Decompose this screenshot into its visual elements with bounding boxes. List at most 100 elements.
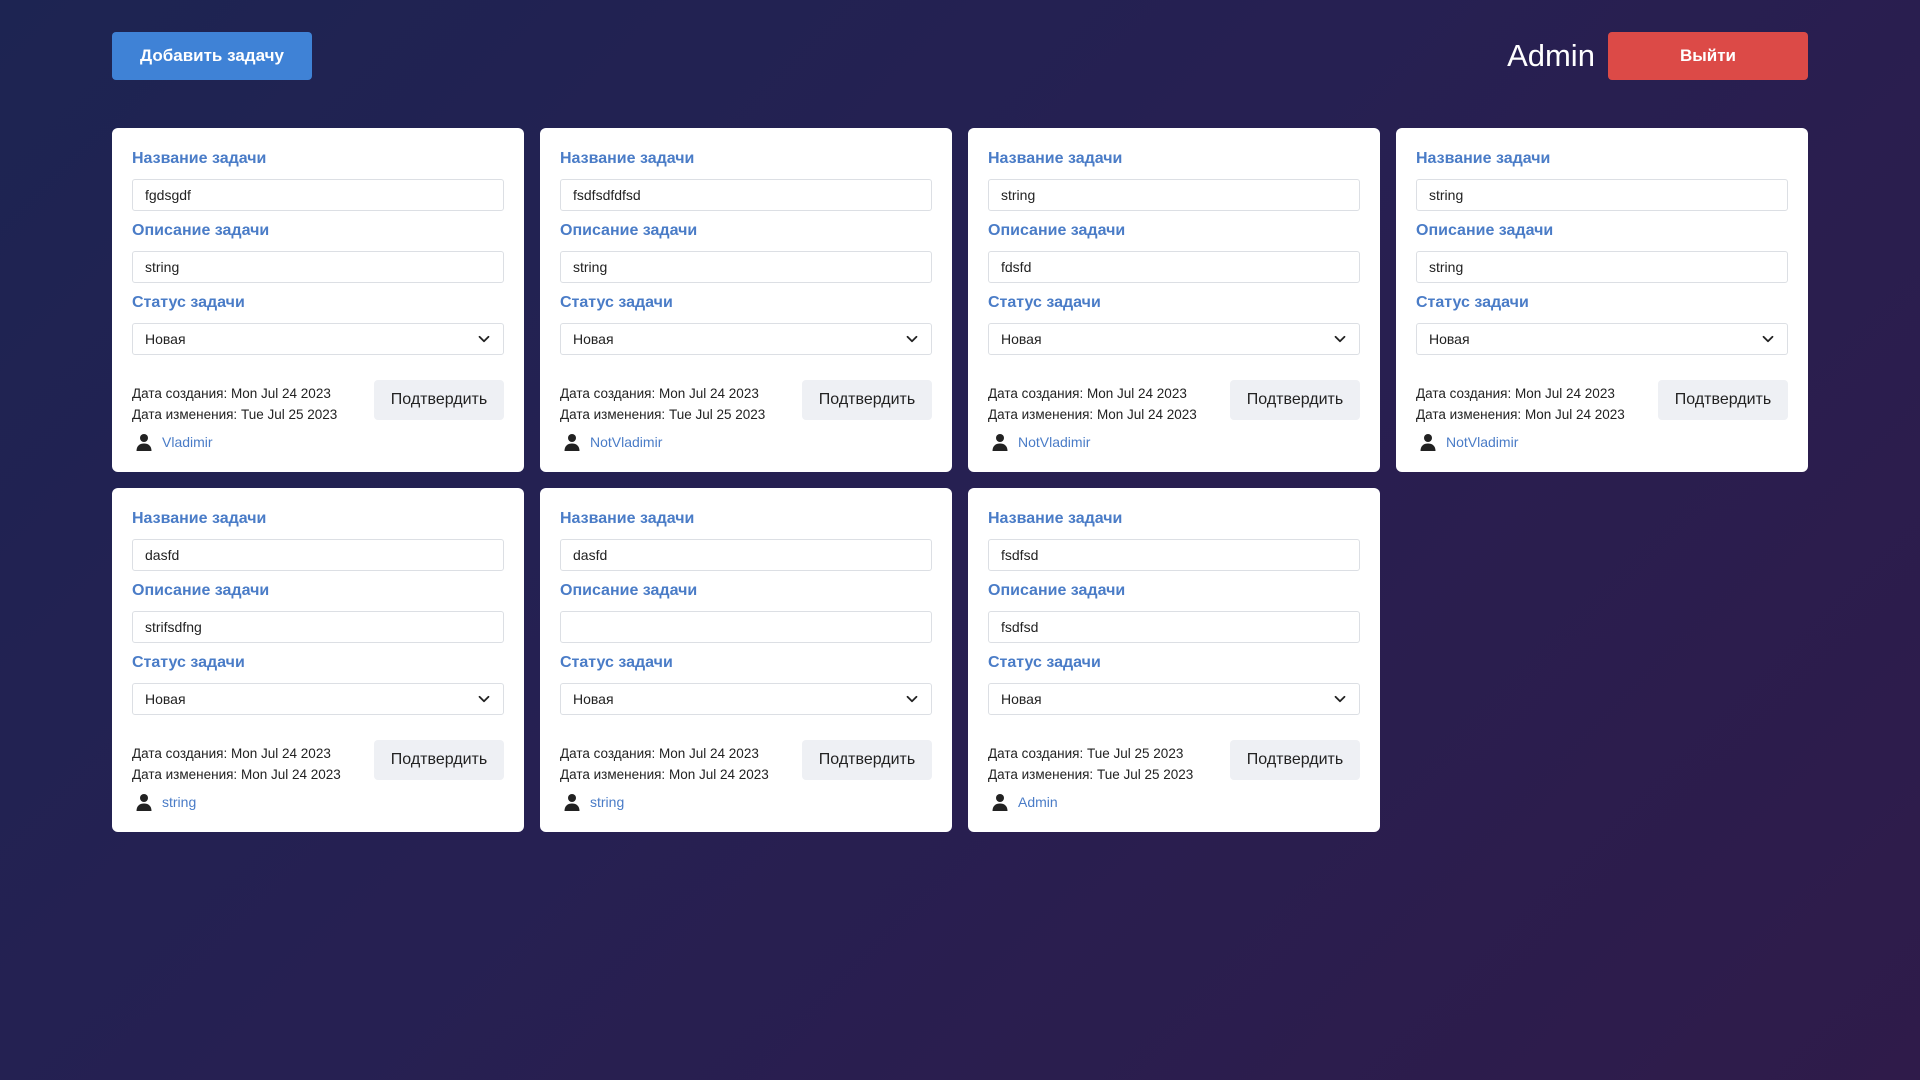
task-title-label: Название задачи — [560, 510, 695, 527]
task-created-line: Дата создания: Mon Jul 24 2023 — [560, 743, 769, 764]
task-title-label: Название задачи — [132, 150, 267, 167]
task-description-input[interactable] — [132, 251, 504, 283]
task-dates: Дата создания: Mon Jul 24 2023 Дата изме… — [1416, 383, 1625, 425]
task-status-label: Статус задачи — [560, 294, 673, 311]
task-modified-date: Mon Jul 24 2023 — [1524, 407, 1625, 422]
task-author-link[interactable]: string — [590, 794, 624, 810]
task-description-label: Описание задачи — [988, 222, 1126, 239]
task-created-prefix: Дата создания: — [988, 746, 1084, 761]
chevron-down-icon — [905, 692, 919, 706]
task-status-select[interactable]: Новая — [132, 323, 504, 355]
task-grid: Название задачи Описание задачи Статус з… — [112, 128, 1808, 832]
task-modified-prefix: Дата изменения: — [560, 767, 666, 782]
task-description-input[interactable] — [988, 251, 1360, 283]
task-description-label: Описание задачи — [132, 582, 270, 599]
chevron-down-icon — [477, 692, 491, 706]
task-author-link[interactable]: NotVladimir — [1446, 434, 1518, 450]
task-author-link[interactable]: string — [162, 794, 196, 810]
task-modified-line: Дата изменения: Tue Jul 25 2023 — [560, 404, 765, 425]
task-dates: Дата создания: Mon Jul 24 2023 Дата изме… — [132, 743, 341, 785]
task-author: NotVladimir — [1416, 432, 1518, 452]
task-title-input[interactable] — [988, 539, 1360, 571]
task-dates: Дата создания: Mon Jul 24 2023 Дата изме… — [132, 383, 337, 425]
task-status-label: Статус задачи — [132, 294, 245, 311]
task-title-input[interactable] — [988, 179, 1360, 211]
confirm-button[interactable]: Подтвердить — [802, 380, 932, 420]
task-description-input[interactable] — [988, 611, 1360, 643]
confirm-button[interactable]: Подтвердить — [1230, 740, 1360, 780]
current-username: Admin — [1507, 38, 1595, 73]
task-status-label: Статус задачи — [988, 654, 1101, 671]
task-modified-date: Mon Jul 24 2023 — [240, 767, 341, 782]
task-dates: Дата создания: Mon Jul 24 2023 Дата изме… — [560, 383, 765, 425]
task-created-line: Дата создания: Mon Jul 24 2023 — [1416, 383, 1625, 404]
task-description-input[interactable] — [560, 611, 932, 643]
task-card: Название задачи Описание задачи Статус з… — [968, 128, 1380, 472]
chevron-down-icon — [1761, 332, 1775, 346]
task-title-input[interactable] — [560, 179, 932, 211]
task-author-link[interactable]: Admin — [1018, 794, 1058, 810]
task-created-date: Mon Jul 24 2023 — [1515, 386, 1615, 401]
task-description-label: Описание задачи — [1416, 222, 1554, 239]
task-modified-date: Tue Jul 25 2023 — [240, 407, 338, 422]
task-modified-date: Tue Jul 25 2023 — [668, 407, 766, 422]
task-status-select[interactable]: Новая — [1416, 323, 1788, 355]
chevron-down-icon — [905, 332, 919, 346]
task-description-input[interactable] — [132, 611, 504, 643]
task-card: Название задачи Описание задачи Статус з… — [968, 488, 1380, 832]
task-modified-line: Дата изменения: Mon Jul 24 2023 — [988, 404, 1197, 425]
user-icon — [562, 792, 582, 812]
task-status-label: Статус задачи — [988, 294, 1101, 311]
task-title-input[interactable] — [560, 539, 932, 571]
task-title-input[interactable] — [132, 179, 504, 211]
task-title-label: Название задачи — [560, 150, 695, 167]
task-status-value: Новая — [145, 691, 186, 707]
task-status-select[interactable]: Новая — [560, 683, 932, 715]
task-author-link[interactable]: NotVladimir — [1018, 434, 1090, 450]
task-description-label: Описание задачи — [560, 222, 698, 239]
add-task-button[interactable]: Добавить задачу — [112, 32, 312, 80]
task-author: NotVladimir — [560, 432, 662, 452]
chevron-down-icon — [1333, 332, 1347, 346]
task-description-input[interactable] — [560, 251, 932, 283]
task-author-link[interactable]: Vladimir — [162, 434, 213, 450]
task-created-line: Дата создания: Tue Jul 25 2023 — [988, 743, 1193, 764]
task-author-link[interactable]: NotVladimir — [590, 434, 662, 450]
task-author: Vladimir — [132, 432, 213, 452]
task-title-label: Название задачи — [1416, 150, 1551, 167]
task-status-value: Новая — [1429, 331, 1470, 347]
task-status-select[interactable]: Новая — [988, 323, 1360, 355]
confirm-button[interactable]: Подтвердить — [1230, 380, 1360, 420]
confirm-button[interactable]: Подтвердить — [1658, 380, 1788, 420]
task-modified-date: Tue Jul 25 2023 — [1096, 767, 1194, 782]
confirm-button[interactable]: Подтвердить — [802, 740, 932, 780]
task-created-line: Дата создания: Mon Jul 24 2023 — [560, 383, 765, 404]
task-title-input[interactable] — [132, 539, 504, 571]
task-status-select[interactable]: Новая — [132, 683, 504, 715]
task-created-line: Дата создания: Mon Jul 24 2023 — [132, 743, 341, 764]
task-created-prefix: Дата создания: — [132, 746, 228, 761]
task-status-value: Новая — [1001, 691, 1042, 707]
user-icon — [990, 432, 1010, 452]
confirm-button[interactable]: Подтвердить — [374, 380, 504, 420]
task-created-date: Mon Jul 24 2023 — [231, 386, 331, 401]
user-icon — [134, 432, 154, 452]
task-description-input[interactable] — [1416, 251, 1788, 283]
task-status-select[interactable]: Новая — [988, 683, 1360, 715]
task-status-select[interactable]: Новая — [560, 323, 932, 355]
task-modified-prefix: Дата изменения: — [988, 767, 1094, 782]
task-title-label: Название задачи — [988, 150, 1123, 167]
logout-button[interactable]: Выйти — [1608, 32, 1808, 80]
task-created-prefix: Дата создания: — [560, 746, 656, 761]
task-modified-date: Mon Jul 24 2023 — [668, 767, 769, 782]
confirm-button[interactable]: Подтвердить — [374, 740, 504, 780]
task-description-label: Описание задачи — [560, 582, 698, 599]
task-author: Admin — [988, 792, 1058, 812]
task-title-label: Название задачи — [132, 510, 267, 527]
user-icon — [990, 792, 1010, 812]
user-icon — [562, 432, 582, 452]
task-modified-prefix: Дата изменения: — [132, 767, 238, 782]
task-created-line: Дата создания: Mon Jul 24 2023 — [988, 383, 1197, 404]
task-title-input[interactable] — [1416, 179, 1788, 211]
task-author: NotVladimir — [988, 432, 1090, 452]
